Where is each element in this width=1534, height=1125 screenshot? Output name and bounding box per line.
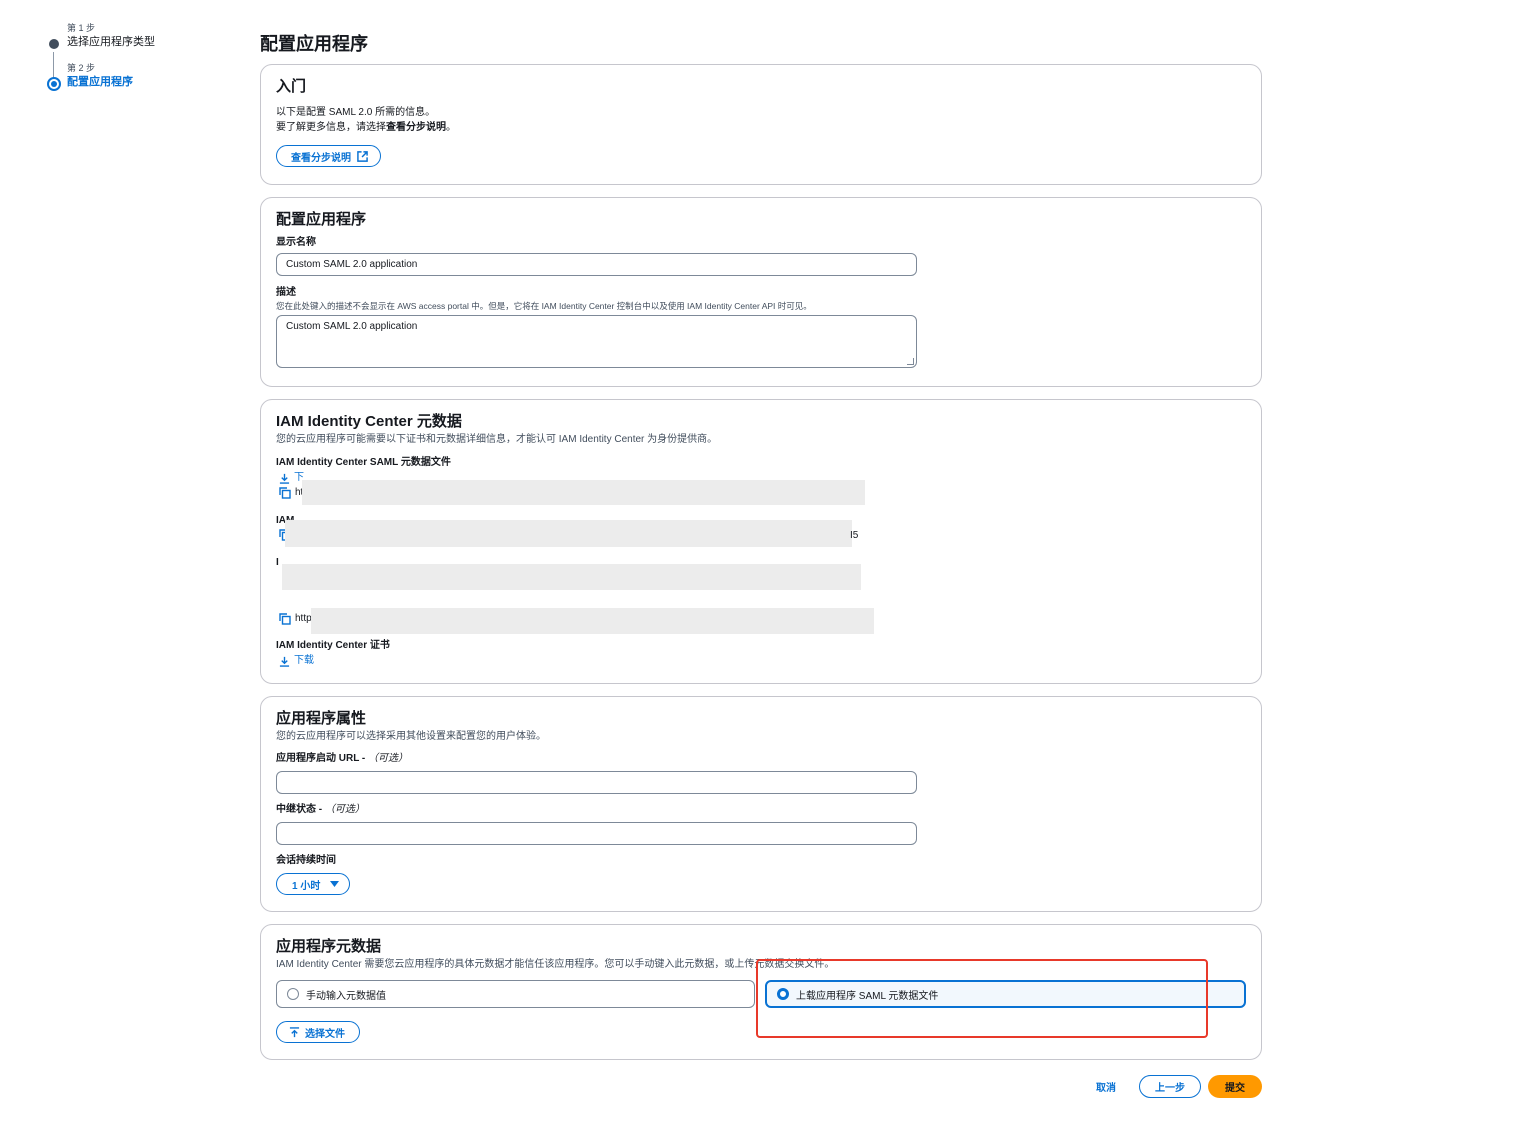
metadata-url-row-1[interactable]: ht	[279, 486, 303, 500]
session-duration-value: 1 小时	[292, 880, 321, 892]
cancel-button[interactable]: 取消	[1086, 1075, 1126, 1098]
description-hint: 您在此处键入的描述不会显示在 AWS access portal 中。但是，它将…	[276, 301, 812, 311]
relay-state-label: 中继状态 - （可选）	[276, 803, 1246, 817]
display-name-input[interactable]: Custom SAML 2.0 application	[276, 253, 917, 276]
download-certificate-link[interactable]: 下载	[279, 654, 314, 668]
submit-button[interactable]: 提交	[1208, 1075, 1262, 1098]
app-metadata-title: 应用程序元数据	[276, 938, 382, 955]
iam-metadata-title: IAM Identity Center 元数据	[276, 413, 462, 430]
app-properties-desc: 您的云应用程序可以选择采用其他设置来配置您的用户体验。	[276, 731, 546, 742]
iam-metadata-desc: 您的云应用程序可能需要以下证书和元数据详细信息，才能认可 IAM Identit…	[276, 434, 718, 445]
iam-metadata-panel: IAM Identity Center 元数据 您的云应用程序可能需要以下证书和…	[260, 399, 1262, 684]
start-url-label-text: 应用程序启动 URL -	[276, 753, 369, 764]
manual-metadata-option[interactable]: 手动输入元数据值	[276, 980, 755, 1008]
line2-prefix: 要了解更多信息，请选择	[276, 122, 386, 133]
download-metadata-link[interactable]: 下	[279, 471, 304, 485]
app-properties-title: 应用程序属性	[276, 710, 367, 727]
description-label: 描述	[276, 287, 296, 298]
step-2[interactable]: 第 2 步 配置应用程序	[46, 62, 246, 91]
choose-file-label: 选择文件	[305, 1028, 345, 1040]
copy-icon	[279, 487, 291, 499]
external-link-icon	[357, 150, 368, 162]
step-2-title: 配置应用程序	[67, 76, 133, 88]
display-name-label: 显示名称	[276, 237, 316, 248]
start-url-label: 应用程序启动 URL - （可选）	[276, 752, 1246, 766]
configure-app-title: 配置应用程序	[276, 211, 367, 228]
caret-down-icon	[330, 880, 340, 887]
wizard-stepper: 第 1 步 选择应用程序类型 第 2 步 配置应用程序	[46, 22, 246, 91]
download-icon	[279, 656, 290, 667]
step-1-number: 第 1 步	[67, 23, 96, 33]
configure-app-panel: 配置应用程序 显示名称 Custom SAML 2.0 application …	[260, 197, 1262, 387]
session-duration-label: 会话持续时间	[276, 855, 336, 866]
relay-state-input[interactable]	[276, 822, 917, 845]
certificate-download-label: 下载	[294, 655, 314, 666]
getting-started-line1: 以下是配置 SAML 2.0 所需的信息。	[276, 107, 436, 118]
manual-option-label: 手动输入元数据值	[306, 990, 386, 1002]
redacted-area-1	[302, 480, 865, 505]
description-textarea[interactable]: Custom SAML 2.0 application	[276, 315, 917, 368]
redacted-area-2	[285, 520, 852, 547]
upload-icon	[289, 1026, 300, 1037]
step-1-title: 选择应用程序类型	[67, 36, 155, 48]
view-instructions-button[interactable]: 查看分步说明	[276, 145, 381, 167]
redacted-area-3	[282, 564, 861, 590]
description-value: Custom SAML 2.0 application	[286, 321, 418, 332]
download-icon	[279, 473, 290, 484]
certificate-label: IAM Identity Center 证书	[276, 640, 390, 651]
line2-suffix: 。	[446, 122, 456, 133]
previous-button[interactable]: 上一步	[1139, 1075, 1201, 1098]
step-2-number: 第 2 步	[67, 63, 96, 73]
relay-optional: （可选）	[324, 804, 365, 815]
resize-handle-icon[interactable]	[907, 358, 914, 365]
step-1-dot-icon	[49, 39, 59, 49]
getting-started-line2: 要了解更多信息，请选择查看分步说明。	[276, 120, 1246, 135]
step-1[interactable]: 第 1 步 选择应用程序类型	[46, 22, 246, 80]
radio-unchecked-icon[interactable]	[287, 988, 299, 1000]
choose-file-button[interactable]: 选择文件	[276, 1021, 360, 1043]
page-title: 配置应用程序	[260, 34, 368, 54]
copy-icon	[279, 613, 291, 625]
saml-metadata-file-label: IAM Identity Center SAML 元数据文件	[276, 457, 451, 468]
session-duration-select[interactable]: 1 小时	[276, 873, 351, 895]
metadata-label-3: I	[276, 557, 279, 568]
line2-bold: 查看分步说明	[386, 122, 446, 133]
getting-started-panel: 入门 以下是配置 SAML 2.0 所需的信息。 要了解更多信息，请选择查看分步…	[260, 64, 1262, 185]
start-url-optional: （可选）	[368, 753, 409, 764]
highlight-annotation	[756, 959, 1208, 1038]
relay-label-text: 中继状态 -	[276, 804, 325, 815]
url-partial-4: http	[295, 613, 312, 624]
url-tail-2: I5	[850, 530, 859, 541]
getting-started-title: 入门	[276, 78, 307, 95]
view-instructions-label: 查看分步说明	[291, 152, 351, 164]
app-properties-panel: 应用程序属性 您的云应用程序可以选择采用其他设置来配置您的用户体验。 应用程序启…	[260, 696, 1262, 912]
start-url-input[interactable]	[276, 771, 917, 794]
step-2-dot-icon	[47, 77, 61, 91]
metadata-url-row-4[interactable]: http	[279, 612, 312, 626]
redacted-area-4	[311, 608, 874, 634]
